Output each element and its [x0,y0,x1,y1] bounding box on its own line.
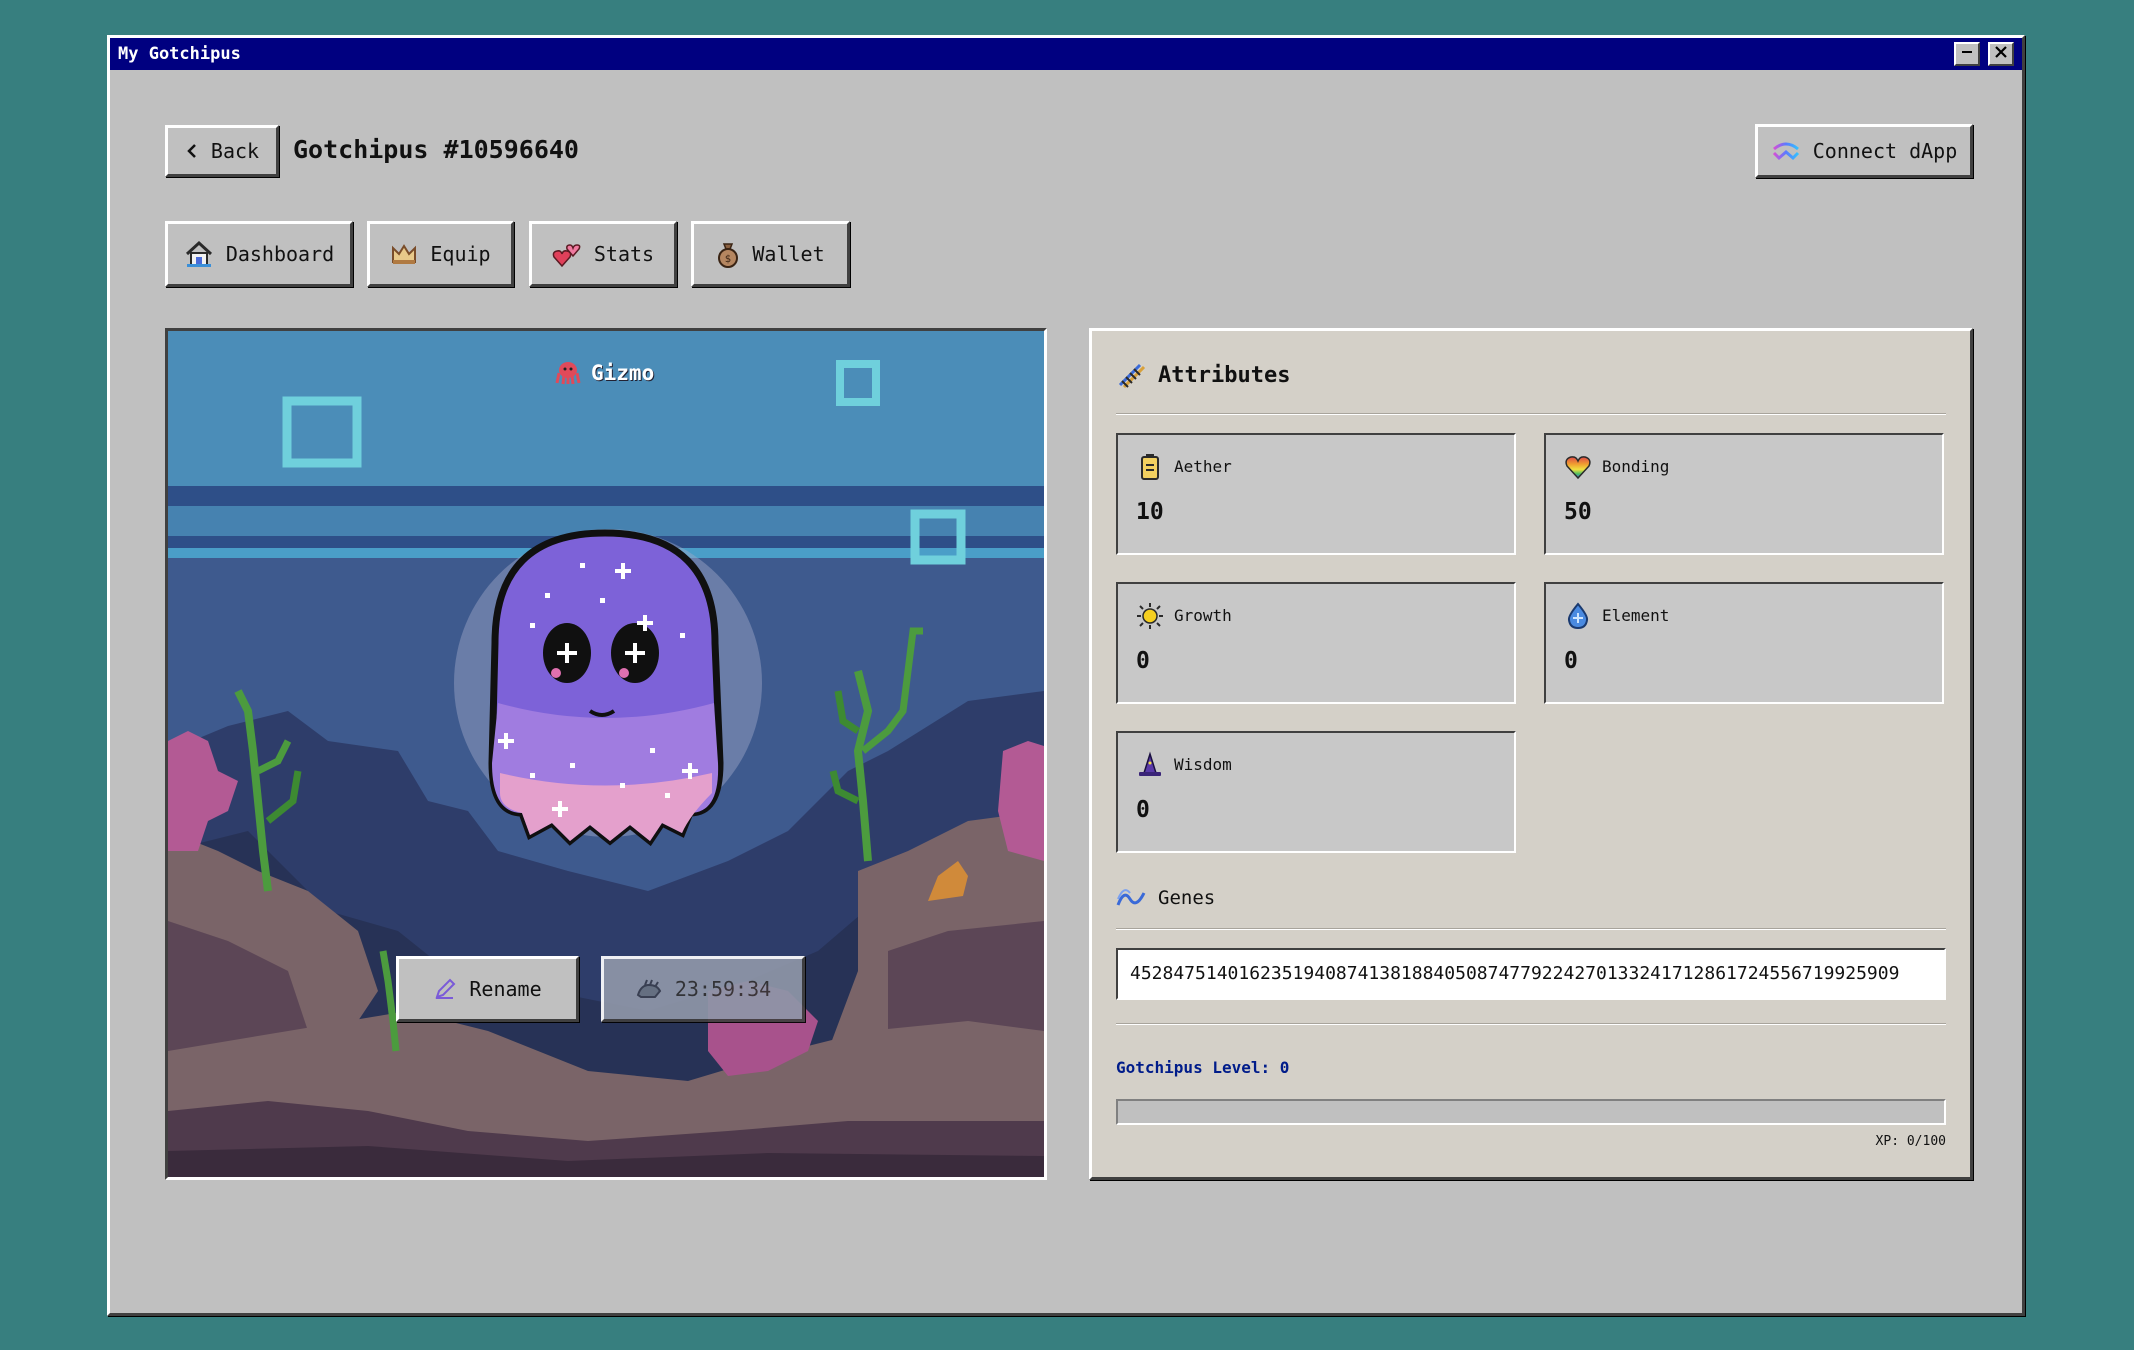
pencil-icon [435,978,456,999]
title-bar: My Gotchipus [110,38,2022,70]
tab-dashboard-label: Dashboard [225,242,335,266]
pet-name: Gizmo [591,361,655,385]
aether-icon [1141,454,1159,480]
attribute-value: 0 [1136,648,1150,674]
gotchipus-pet [454,529,762,847]
genes-title: Genes [1158,887,1216,909]
dna-icon [1118,363,1146,389]
tab-wallet-label: Wallet [752,242,825,266]
divider [1116,413,1946,415]
attribute-value: 0 [1564,648,1578,674]
connect-label: Connect dApp [1812,139,1958,163]
octopus-icon [555,362,581,385]
attribute-card-aether: Aether 10 [1116,433,1516,555]
attribute-card-wisdom: Wisdom 0 [1116,731,1516,853]
close-button[interactable] [1988,42,2014,66]
tab-dashboard[interactable]: Dashboard [165,221,353,287]
house-icon [185,240,212,267]
app-window: My Gotchipus Back Gotchipus #10596640 Co… [107,35,2025,1316]
tab-equip[interactable]: Equip [367,221,514,287]
attribute-card-growth: Growth 0 [1116,582,1516,704]
attribute-value: 50 [1564,499,1592,525]
attributes-header: Attributes [1116,361,1290,389]
attribute-card-element: Element 0 [1544,582,1944,704]
chevron-left-icon [187,144,196,158]
attribute-name: Wisdom [1174,755,1232,774]
tab-equip-label: Equip [430,242,491,266]
connect-dapp-button[interactable]: Connect dApp [1755,124,1973,178]
attribute-value: 10 [1136,499,1164,525]
genes-header: Genes [1116,887,1215,909]
xp-progress-bar [1116,1099,1946,1125]
svg-text:$: $ [725,254,731,265]
divider [1116,1023,1946,1025]
back-button[interactable]: Back [165,125,279,177]
minimize-icon [1962,51,1972,53]
attributes-panel: Attributes Aether 10 Bonding 50 Growth 0… [1089,328,1973,1180]
attributes-title: Attributes [1158,362,1291,388]
crown-icon [392,244,417,264]
cooldown-timer: 23:59:34 [674,977,772,1001]
pet-hand-icon [636,979,662,998]
rename-label: Rename [469,977,542,1001]
hearts-icon [552,244,581,268]
divider [1116,928,1946,930]
minimize-button[interactable] [1954,42,1980,66]
attribute-name: Bonding [1602,457,1670,476]
cooldown-timer-button[interactable]: 23:59:34 [601,956,805,1022]
close-icon [1995,46,2007,58]
genes-field[interactable]: 4528475140162351940874138188405087477922… [1116,948,1946,1000]
tab-stats[interactable]: Stats [529,221,677,287]
gotchipus-level-label: Gotchipus Level: 0 [1116,1058,1290,1077]
window-title: My Gotchipus [118,44,241,64]
attribute-name: Element [1602,606,1670,625]
attribute-name: Aether [1174,457,1232,476]
genes-icon [1116,889,1146,906]
walletconnect-icon [1772,142,1799,161]
tab-wallet[interactable]: $ Wallet [691,221,850,287]
attribute-name: Growth [1174,606,1232,625]
wizard-hat-icon [1139,751,1161,776]
xp-text: XP: 0/100 [1875,1134,1946,1149]
pet-scene: Gizmo Rename 23:59:34 [165,328,1047,1180]
heart-icon [1565,456,1591,480]
water-drop-icon [1567,602,1589,630]
sun-icon [1137,603,1163,629]
tab-stats-label: Stats [593,242,655,266]
pet-name-label: Gizmo [555,361,654,385]
attribute-card-bonding: Bonding 50 [1544,433,1944,555]
money-bag-icon: $ [718,243,739,268]
back-label: Back [210,139,260,163]
attribute-value: 0 [1136,797,1150,823]
rename-button[interactable]: Rename [396,956,579,1022]
page-title: Gotchipus #10596640 [293,135,579,164]
